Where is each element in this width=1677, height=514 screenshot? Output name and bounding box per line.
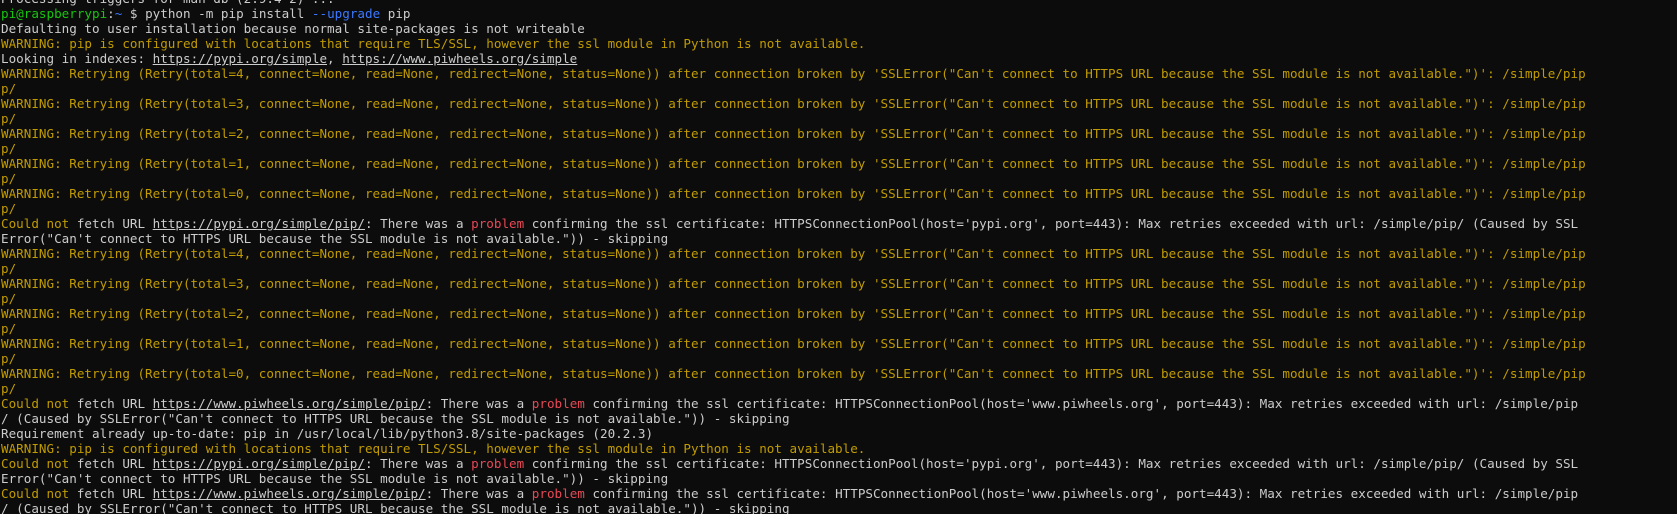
prompt-user: pi@raspberrypi	[1, 6, 108, 21]
terminal-line: WARNING: Retrying (Retry(total=0, connec…	[1, 366, 1677, 381]
terminal-line: WARNING: pip is configured with location…	[1, 441, 1677, 456]
warning-text: p/	[1, 141, 17, 156]
warning-text: p/	[1, 321, 17, 336]
terminal-line: p/	[1, 291, 1677, 306]
terminal-line: p/	[1, 351, 1677, 366]
terminal-line: WARNING: Retrying (Retry(total=0, connec…	[1, 186, 1677, 201]
terminal-line: pi@raspberrypi:~ $ python -m pip install…	[1, 6, 1677, 21]
terminal-text: pip	[380, 6, 411, 21]
warning-text: WARNING: Retrying (Retry(total=1, connec…	[1, 336, 1586, 351]
url-link[interactable]: https://www.piwheels.org/simple/pip/	[153, 396, 426, 411]
terminal-line: WARNING: pip is configured with location…	[1, 36, 1677, 51]
url-link[interactable]: https://pypi.org/simple/pip/	[153, 216, 365, 231]
problem-text: problem	[471, 216, 525, 231]
terminal-line: p/	[1, 81, 1677, 96]
terminal-text: Requirement already up-to-date: pip in /…	[1, 426, 654, 441]
terminal-text: Error("Can't connect to HTTPS URL becaus…	[1, 231, 669, 246]
warning-text: p/	[1, 171, 17, 186]
terminal-line: Error("Can't connect to HTTPS URL becaus…	[1, 471, 1677, 486]
terminal-line: Defaulting to user installation because …	[1, 21, 1677, 36]
terminal-line: p/	[1, 141, 1677, 156]
terminal-text: ,	[327, 51, 343, 66]
terminal-text: confirming the ssl certificate: HTTPSCon…	[584, 486, 1579, 501]
terminal-line: WARNING: Retrying (Retry(total=3, connec…	[1, 276, 1677, 291]
terminal-text: fetch URL	[69, 456, 153, 471]
warning-text: WARNING: pip is configured with location…	[1, 441, 866, 456]
warning-text: Could not	[1, 456, 70, 471]
terminal-text: : There was a	[425, 396, 532, 411]
terminal-line: Requirement already up-to-date: pip in /…	[1, 426, 1677, 441]
terminal-line: p/	[1, 321, 1677, 336]
terminal-text: confirming the ssl certificate: HTTPSCon…	[524, 456, 1579, 471]
terminal-output: Processing triggers for man-db (2.9.4-2)…	[1, 0, 1677, 514]
terminal-text: :	[107, 6, 115, 21]
terminal-line: Looking in indexes: https://pypi.org/sim…	[1, 51, 1677, 66]
url-link[interactable]: https://www.piwheels.org/simple/pip/	[153, 486, 426, 501]
terminal-line: Could not fetch URL https://pypi.org/sim…	[1, 216, 1677, 231]
warning-text: Could not	[1, 486, 70, 501]
problem-text: problem	[531, 486, 585, 501]
terminal-line: WARNING: Retrying (Retry(total=2, connec…	[1, 306, 1677, 321]
url-link[interactable]: https://www.piwheels.org/simple	[342, 51, 577, 66]
terminal-line: WARNING: Retrying (Retry(total=4, connec…	[1, 246, 1677, 261]
warning-text: Could not	[1, 216, 70, 231]
terminal-text: : There was a	[425, 486, 532, 501]
terminal-text: confirming the ssl certificate: HTTPSCon…	[524, 216, 1579, 231]
terminal-line: Could not fetch URL https://www.piwheels…	[1, 486, 1677, 501]
terminal-text: fetch URL	[69, 216, 153, 231]
terminal-text: fetch URL	[69, 396, 153, 411]
warning-text: WARNING: Retrying (Retry(total=2, connec…	[1, 306, 1586, 321]
terminal-text: $ python -m pip install	[122, 6, 312, 21]
terminal-line: p/	[1, 201, 1677, 216]
problem-text: problem	[471, 456, 525, 471]
warning-text: p/	[1, 81, 17, 96]
problem-text: problem	[531, 396, 585, 411]
terminal-line: p/	[1, 381, 1677, 396]
terminal-line: WARNING: Retrying (Retry(total=2, connec…	[1, 126, 1677, 141]
warning-text: p/	[1, 201, 17, 216]
terminal-line: p/	[1, 111, 1677, 126]
warning-text: WARNING: pip is configured with location…	[1, 36, 866, 51]
terminal-line: / (Caused by SSLError("Can't connect to …	[1, 411, 1677, 426]
warning-text: WARNING: Retrying (Retry(total=2, connec…	[1, 126, 1586, 141]
terminal-line: Could not fetch URL https://pypi.org/sim…	[1, 456, 1677, 471]
terminal-text: Defaulting to user installation because …	[1, 21, 585, 36]
terminal-line: p/	[1, 261, 1677, 276]
terminal-line: Error("Can't connect to HTTPS URL becaus…	[1, 231, 1677, 246]
warning-text: p/	[1, 111, 17, 126]
terminal-text: : There was a	[364, 456, 472, 471]
warning-text: p/	[1, 261, 17, 276]
warning-text: WARNING: Retrying (Retry(total=0, connec…	[1, 186, 1586, 201]
warning-text: Could not	[1, 396, 70, 411]
warning-text: p/	[1, 381, 17, 396]
warning-text: WARNING: Retrying (Retry(total=1, connec…	[1, 156, 1586, 171]
terminal-line: WARNING: Retrying (Retry(total=4, connec…	[1, 66, 1677, 81]
terminal-text: : There was a	[364, 216, 472, 231]
terminal-line: WARNING: Retrying (Retry(total=3, connec…	[1, 96, 1677, 111]
warning-text: WARNING: Retrying (Retry(total=4, connec…	[1, 246, 1586, 261]
warning-text: WARNING: Retrying (Retry(total=0, connec…	[1, 366, 1586, 381]
warning-text: WARNING: Retrying (Retry(total=3, connec…	[1, 96, 1586, 111]
url-link[interactable]: https://pypi.org/simple	[153, 51, 327, 66]
terminal-line: WARNING: Retrying (Retry(total=1, connec…	[1, 336, 1677, 351]
prompt-path: --upgrade	[311, 6, 381, 21]
terminal-text: Looking in indexes:	[1, 51, 153, 66]
terminal-text: confirming the ssl certificate: HTTPSCon…	[584, 396, 1579, 411]
terminal-line: / (Caused by SSLError("Can't connect to …	[1, 501, 1677, 514]
terminal-text: fetch URL	[69, 486, 153, 501]
terminal-text: Error("Can't connect to HTTPS URL becaus…	[1, 471, 669, 486]
warning-text: WARNING: Retrying (Retry(total=4, connec…	[1, 66, 1586, 81]
warning-text: p/	[1, 291, 17, 306]
warning-text: WARNING: Retrying (Retry(total=3, connec…	[1, 276, 1586, 291]
terminal-line: Could not fetch URL https://www.piwheels…	[1, 396, 1677, 411]
terminal-line: WARNING: Retrying (Retry(total=1, connec…	[1, 156, 1677, 171]
terminal-window[interactable]: Processing triggers for man-db (2.9.4-2)…	[0, 0, 1677, 514]
terminal-text: / (Caused by SSLError("Can't connect to …	[1, 501, 790, 514]
url-link[interactable]: https://pypi.org/simple/pip/	[153, 456, 365, 471]
terminal-line: p/	[1, 171, 1677, 186]
terminal-text: / (Caused by SSLError("Can't connect to …	[1, 411, 790, 426]
warning-text: p/	[1, 351, 17, 366]
